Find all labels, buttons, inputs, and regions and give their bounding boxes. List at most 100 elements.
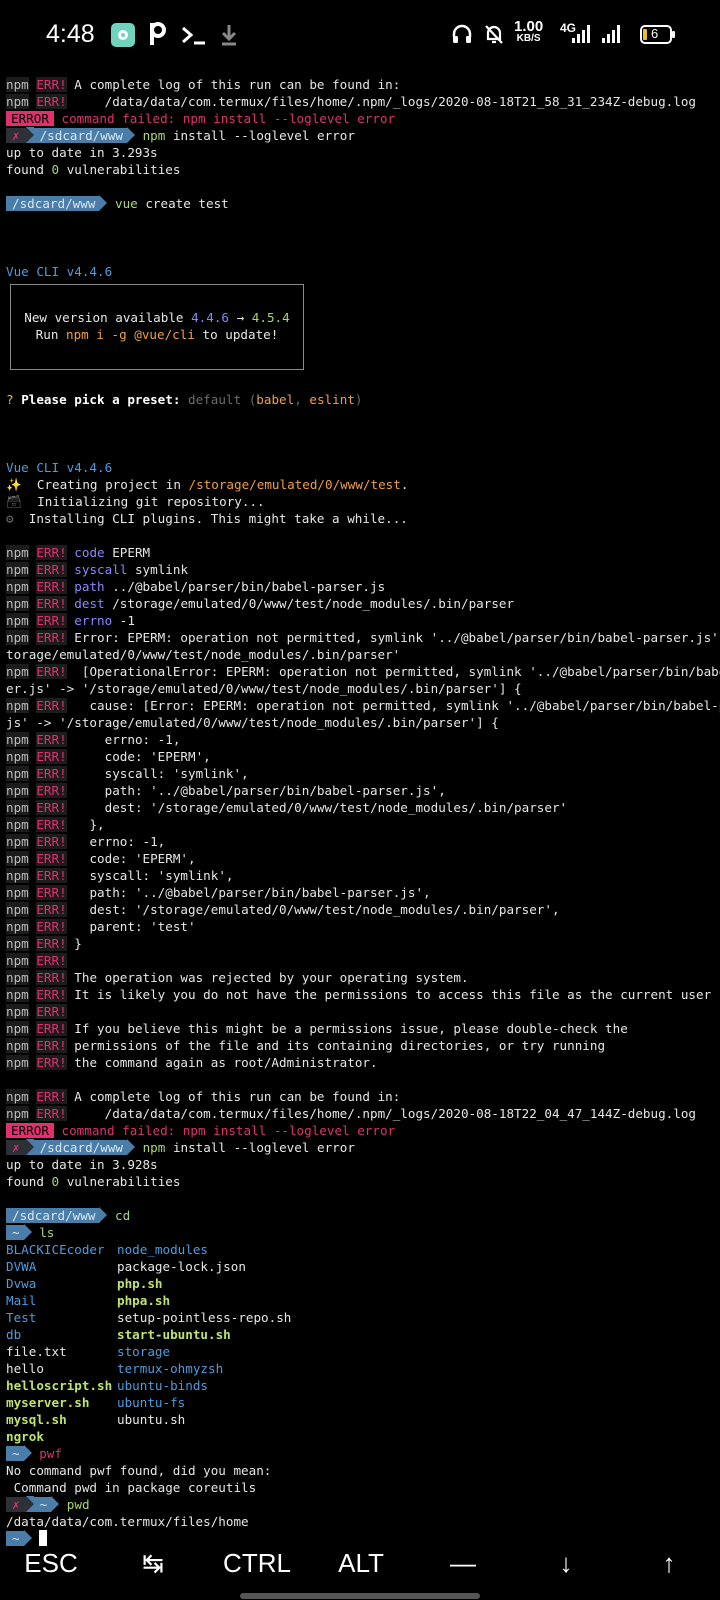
- terminal-line: Command pwd in package coreutils: [6, 1480, 257, 1495]
- terminal-line: npm ERR! /data/data/com.termux/files/hom…: [6, 1106, 697, 1121]
- terminal-line: ✨ Creating project in /storage/emulated/…: [6, 477, 409, 492]
- terminal-line: Vue CLI v4.4.6: [6, 460, 113, 475]
- terminal-line: 🗃 Initializing git repository...: [6, 494, 265, 509]
- terminal-line: npm ERR! errno -1: [6, 613, 135, 628]
- prompt-line: ✗/sdcard/www npm install --loglevel erro…: [6, 1139, 720, 1156]
- prompt-line: /sdcard/www vue create test: [6, 195, 720, 212]
- network-speed-unit: KB/S: [516, 33, 541, 44]
- sparkle-icon: ✨: [6, 477, 22, 492]
- terminal-line: npm ERR! dest /storage/emulated/0/www/te…: [6, 596, 515, 611]
- terminal-line: npm ERR! dest: '/storage/emulated/0/www/…: [6, 800, 568, 815]
- terminal-line: npm ERR!: [6, 953, 67, 968]
- terminal-line: npm ERR! syscall: 'symlink',: [6, 868, 234, 883]
- prompt-arrow-icon: [25, 1139, 34, 1155]
- terminal-line: /data/data/com.termux/files/home: [6, 1514, 249, 1529]
- arrow-down-key-icon[interactable]: ↓: [514, 1540, 618, 1586]
- signal-icon-1: [572, 23, 594, 49]
- terminal-line: npm ERR! A complete log of this run can …: [6, 1089, 401, 1104]
- prompt-line: ✗/sdcard/www npm install --loglevel erro…: [6, 127, 720, 144]
- gear-icon: ⚙: [6, 511, 14, 526]
- terminal-line: up to date in 3.928s: [6, 1157, 158, 1172]
- esc-key[interactable]: ESC: [0, 1540, 102, 1586]
- download-icon: [219, 23, 239, 51]
- list-item: hello termux-ohmyzsh: [6, 1361, 224, 1376]
- terminal-output[interactable]: npm ERR! A complete log of this run can …: [6, 76, 720, 1547]
- terminal-line: Vue CLI v4.4.6: [6, 264, 113, 279]
- terminal-line: npm ERR! dest: '/storage/emulated/0/www/…: [6, 902, 560, 917]
- preset-question: ? Please pick a preset: default (babel, …: [6, 392, 363, 407]
- x-mark-icon: ✗: [6, 128, 26, 143]
- terminal-line: npm ERR! code: 'EPERM',: [6, 749, 211, 764]
- terminal-line: npm ERR! parent: 'test': [6, 919, 196, 934]
- extra-keys-bar: ESC ↹ CTRL ALT — ↓ ↑: [0, 1540, 720, 1586]
- status-time: 4:48: [46, 20, 95, 48]
- prompt-line: ✗ ~ pwd: [6, 1496, 720, 1513]
- terminal-line: npm ERR! Error: EPERM: operation not per…: [6, 630, 720, 645]
- prompt-arrow-icon: [25, 127, 34, 143]
- terminal-line: torage/emulated/0/www/test/node_modules/…: [6, 647, 401, 662]
- ctrl-key[interactable]: CTRL: [204, 1540, 310, 1586]
- prompt-arrow-icon: [127, 127, 135, 143]
- list-item: BLACKICEcoder node_modules: [6, 1242, 208, 1257]
- p-app-icon: [148, 19, 168, 51]
- dash-key[interactable]: —: [412, 1540, 514, 1586]
- terminal-line: npm ERR! },: [6, 817, 105, 832]
- list-item: myserver.sh ubuntu-fs: [6, 1395, 186, 1410]
- list-item: file.txt storage: [6, 1344, 171, 1359]
- list-item: Test setup-pointless-repo.sh: [6, 1310, 292, 1325]
- tab-key-icon[interactable]: ↹: [102, 1540, 204, 1586]
- prompt-arrow-icon: [23, 1224, 32, 1240]
- arrow-up-key-icon[interactable]: ↑: [618, 1540, 720, 1586]
- terminal-line: npm ERR! It is likely you do not have th…: [6, 987, 712, 1002]
- terminal-line: npm ERR! /data/data/com.termux/files/hom…: [6, 94, 697, 109]
- prompt-line: ~ ls: [6, 1224, 720, 1241]
- ls-listing: BLACKICEcoder node_modules DVWA package-lo…: [6, 1241, 720, 1445]
- alt-key[interactable]: ALT: [310, 1540, 412, 1586]
- terminal-line: npm ERR! errno: -1,: [6, 834, 166, 849]
- terminal-line: npm ERR! The operation was rejected by y…: [6, 970, 469, 985]
- terminal-line: found 0 vulnerabilities: [6, 162, 181, 177]
- list-item: ngrok: [6, 1429, 44, 1444]
- terminal-line: ERROR command failed: npm install --logl…: [6, 110, 720, 127]
- terminal-line: npm ERR! code EPERM: [6, 545, 151, 560]
- terminal-line: found 0 vulnerabilities: [6, 1174, 181, 1189]
- x-mark-icon: ✗: [6, 1497, 26, 1512]
- prompt-arrow-icon: [127, 1139, 135, 1155]
- terminal-line: npm ERR! syscall: 'symlink',: [6, 766, 249, 781]
- terminal-line: npm ERR! path ../@babel/parser/bin/babel…: [6, 579, 386, 594]
- prompt-line: /sdcard/www cd: [6, 1207, 720, 1224]
- network-speed-value: 1.00: [514, 18, 544, 35]
- list-item: Dvwa php.sh: [6, 1276, 163, 1291]
- terminal-line: npm ERR! If you believe this might be a …: [6, 1021, 628, 1036]
- terminal-line: npm ERR! cause: [Error: EPERM: operation…: [6, 698, 720, 713]
- update-notice-box: New version available 4.4.6 → 4.5.4 Run …: [10, 284, 304, 370]
- prompt-arrow-icon: [99, 195, 108, 211]
- terminal-line: npm ERR!: [6, 1004, 67, 1019]
- prompt-arrow-icon: [25, 1496, 34, 1512]
- list-item: db start-ubuntu.sh: [6, 1327, 231, 1342]
- file-cabinet-icon: 🗃: [6, 494, 22, 509]
- signal-icon-2: [602, 23, 624, 49]
- terminal-line: npm ERR! [OperationalError: EPERM: opera…: [6, 664, 720, 679]
- prompt-arrow-icon: [51, 1496, 60, 1512]
- prompt-arrow-icon: [23, 1445, 32, 1461]
- terminal-line: ERROR command failed: npm install --logl…: [6, 1122, 720, 1139]
- prompt-arrow-icon: [99, 1207, 108, 1223]
- list-item: DVWA package-lock.json: [6, 1259, 246, 1274]
- status-bar: 4:48 1.00 KB/S 4G 6: [0, 0, 720, 70]
- list-item: helloscript.sh ubuntu-binds: [6, 1378, 208, 1393]
- terminal-line: npm ERR! permissions of the file and its…: [6, 1038, 606, 1053]
- terminal-line: npm ERR! syscall symlink: [6, 562, 189, 577]
- headphones-icon: [451, 23, 473, 49]
- terminal-line: npm ERR! errno: -1,: [6, 732, 181, 747]
- terminal-line: ⚙ Installing CLI plugins. This might tak…: [6, 511, 408, 526]
- terminal-prompt-icon: [181, 23, 207, 51]
- terminal-line: er.js' -> '/storage/emulated/0/www/test/…: [6, 681, 522, 696]
- home-gesture-bar[interactable]: [240, 1593, 480, 1599]
- terminal-line: js' -> '/storage/emulated/0/www/test/nod…: [6, 715, 499, 730]
- terminal-line: npm ERR! }: [6, 936, 82, 951]
- network-speed: 1.00 KB/S: [514, 18, 544, 45]
- error-badge: ERROR: [6, 1123, 54, 1138]
- terminal-line: npm ERR! A complete log of this run can …: [6, 77, 401, 92]
- x-mark-icon: ✗: [6, 1140, 26, 1155]
